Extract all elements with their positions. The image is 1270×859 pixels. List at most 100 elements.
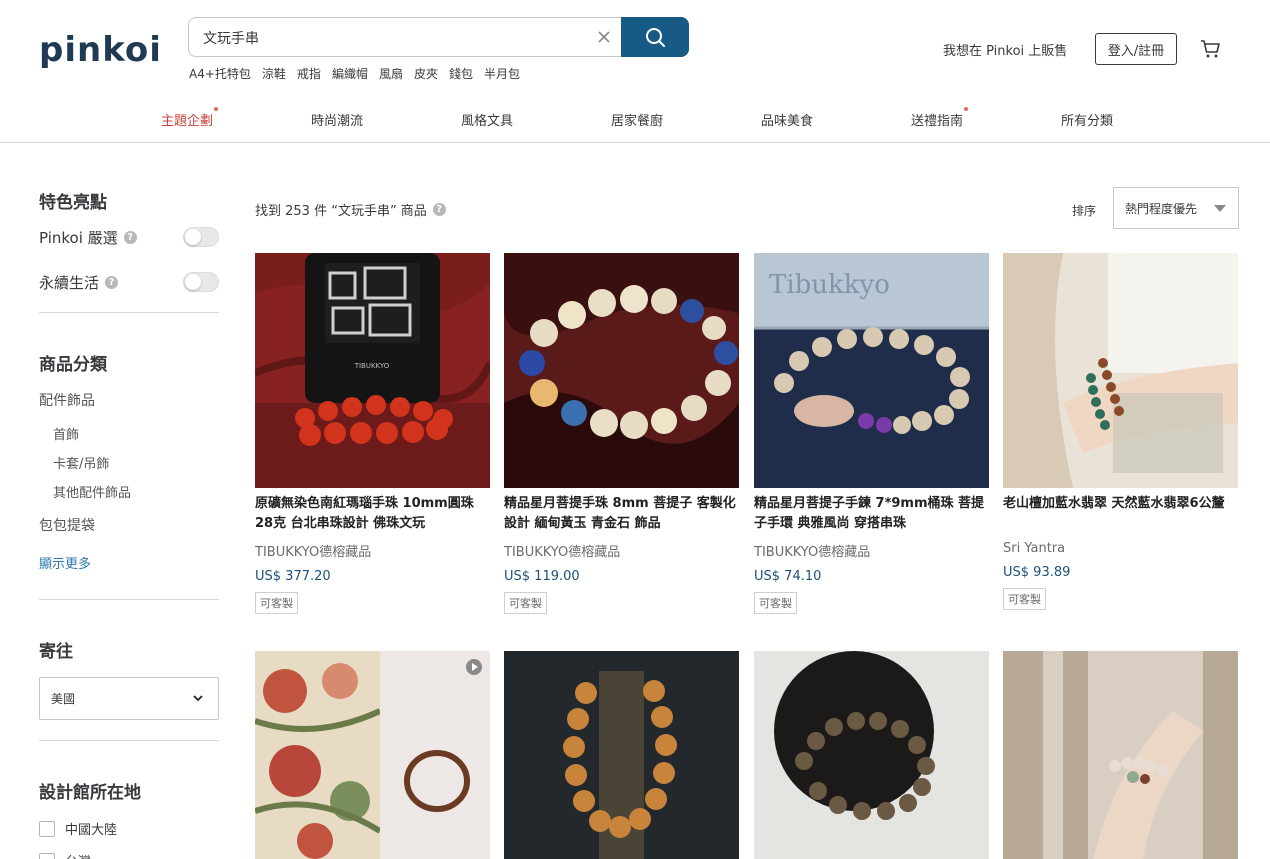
product-image[interactable] <box>255 651 490 859</box>
sort-value: 熱門程度優先 <box>1125 201 1198 216</box>
product-price: US$ 74.10 <box>754 569 822 584</box>
checkbox[interactable] <box>39 820 55 837</box>
chevron-down-icon <box>193 695 203 702</box>
product-title[interactable]: 老山檀加藍水翡翠 天然藍水翡翠6公釐 <box>1003 494 1238 534</box>
divider <box>39 312 219 313</box>
product-image[interactable] <box>1003 253 1238 488</box>
product-price: US$ 377.20 <box>255 569 331 584</box>
product-photo <box>504 253 739 488</box>
customizable-badge: 可客製 <box>504 592 547 614</box>
nav-item-food[interactable]: 品味美食 <box>761 110 813 129</box>
product-card[interactable]: Tibukkyo 精品星月菩提子手鍊 7*9mm桶珠 菩提子手環 典雅風尚 穿搭… <box>754 253 989 614</box>
divider <box>39 740 219 741</box>
caret-down-icon <box>1214 205 1226 212</box>
toggle-sustainable[interactable]: 永續生活 ? <box>39 271 219 293</box>
toggle-label: Pinkoi 嚴選 <box>39 228 118 247</box>
clear-icon[interactable] <box>594 27 614 47</box>
search-button[interactable] <box>621 17 689 57</box>
product-title[interactable]: 原礦無染色南紅瑪瑙手珠 10mm圓珠28克 台北串珠設計 佛珠文玩 <box>255 494 490 534</box>
nav-item-all-categories[interactable]: 所有分類 <box>1061 110 1113 129</box>
product-photo <box>255 651 490 859</box>
product-image[interactable] <box>504 253 739 488</box>
hot-keyword[interactable]: 涼鞋 <box>262 65 286 82</box>
nav-item-fashion[interactable]: 時尚潮流 <box>311 110 363 129</box>
product-photo <box>504 651 739 859</box>
category-bags[interactable]: 包包提袋 <box>39 515 95 535</box>
hot-keyword[interactable]: 戒指 <box>297 65 321 82</box>
hot-keyword[interactable]: 皮夾 <box>414 65 438 82</box>
sort-select[interactable]: 熱門程度優先 <box>1113 187 1239 229</box>
search-icon <box>646 28 665 47</box>
result-count-text: 找到 253 件 “文玩手串” 商品 <box>255 204 427 219</box>
product-price: US$ 119.00 <box>504 569 580 584</box>
subcategory-jewelry[interactable]: 首飾 <box>53 424 79 443</box>
hot-keyword[interactable]: A4+托特包 <box>189 65 251 82</box>
nav-label: 送禮指南 <box>911 114 964 129</box>
shop-name[interactable]: TIBUKKYO德榕藏品 <box>754 541 989 560</box>
new-dot <box>214 107 219 111</box>
product-image[interactable]: TIBUKKYO <box>255 253 490 488</box>
product-card[interactable]: 精品星月菩提手珠 8mm 菩提子 客製化設計 緬甸黃玉 青金石 飾品 TIBUK… <box>504 253 739 614</box>
toggle-pinkoi-select[interactable]: Pinkoi 嚴選 ? <box>39 226 219 248</box>
search-input[interactable] <box>203 27 583 49</box>
help-icon[interactable]: ? <box>123 230 137 244</box>
show-more-link[interactable]: 顯示更多 <box>39 553 91 572</box>
nav-item-gifts[interactable]: 送禮指南 <box>911 107 969 129</box>
category-accessories[interactable]: 配件飾品 <box>39 390 95 410</box>
product-card[interactable]: 老山檀加藍水翡翠 天然藍水翡翠6公釐 Sri Yantra US$ 93.89 … <box>1003 253 1238 610</box>
product-title[interactable]: 精品星月菩提子手鍊 7*9mm桶珠 菩提子手環 典雅風尚 穿搭串珠 <box>754 494 989 534</box>
cart-icon[interactable] <box>1199 37 1223 61</box>
product-price: US$ 93.89 <box>1003 565 1071 580</box>
toggle-label: 永續生活 <box>39 273 100 292</box>
sell-on-pinkoi-link[interactable]: 我想在 Pinkoi 上販售 <box>943 40 1067 59</box>
product-photo <box>754 651 989 859</box>
new-dot <box>964 107 969 111</box>
checkbox[interactable] <box>39 852 55 859</box>
subcategory-other-accessories[interactable]: 其他配件飾品 <box>53 482 131 501</box>
hot-keywords: A4+托特包 涼鞋 戒指 編織帽 風扇 皮夾 錢包 半月包 <box>189 65 520 82</box>
product-photo <box>1003 253 1238 488</box>
ship-to-select[interactable]: 美國 <box>39 677 219 720</box>
product-photo <box>1003 651 1238 859</box>
product-image[interactable]: Tibukkyo <box>754 253 989 488</box>
location-option-taiwan[interactable]: 台灣 <box>39 851 91 859</box>
search-box <box>188 17 622 57</box>
nav-label: 時尚潮流 <box>311 114 364 129</box>
nav-label: 品味美食 <box>761 114 814 129</box>
result-count: 找到 253 件 “文玩手串” 商品 ? <box>255 200 446 219</box>
hot-keyword[interactable]: 錢包 <box>449 65 473 82</box>
toggle-switch[interactable] <box>183 272 219 292</box>
sort-label: 排序 <box>1072 204 1097 218</box>
product-image[interactable] <box>754 651 989 859</box>
nav-label: 所有分類 <box>1061 114 1114 129</box>
divider <box>39 599 219 600</box>
product-image[interactable] <box>504 651 739 859</box>
features-title: 特色亮點 <box>39 193 107 213</box>
subcategory-card-holders[interactable]: 卡套/吊飾 <box>53 453 109 472</box>
shop-name[interactable]: TIBUKKYO德榕藏品 <box>255 541 490 560</box>
nav-item-stationery[interactable]: 風格文具 <box>461 110 513 129</box>
banner-label: Tibukkyo <box>769 270 890 300</box>
shop-name[interactable]: TIBUKKYO德榕藏品 <box>504 541 739 560</box>
hot-keyword[interactable]: 風扇 <box>379 65 403 82</box>
nav-label: 風格文具 <box>461 114 514 129</box>
nav-item-home[interactable]: 居家餐廚 <box>611 110 663 129</box>
shop-name[interactable]: Sri Yantra <box>1003 541 1238 556</box>
pinkoi-logo[interactable]: pinkoi <box>39 30 162 70</box>
location-label: 中國大陸 <box>65 823 118 838</box>
login-button[interactable]: 登入/註冊 <box>1095 33 1177 65</box>
hot-keyword[interactable]: 編織帽 <box>332 65 368 82</box>
nav-item-themes[interactable]: 主題企劃 <box>161 107 219 129</box>
main-nav: 主題企劃 時尚潮流 風格文具 居家餐廚 品味美食 送禮指南 所有分類 <box>0 99 1270 143</box>
customizable-badge: 可客製 <box>754 592 797 614</box>
hot-keyword[interactable]: 半月包 <box>484 65 520 82</box>
help-icon[interactable]: ? <box>105 275 119 289</box>
toggle-switch[interactable] <box>183 227 219 247</box>
location-option-china[interactable]: 中國大陸 <box>39 819 117 838</box>
product-title[interactable]: 精品星月菩提手珠 8mm 菩提子 客製化設計 緬甸黃玉 青金石 飾品 <box>504 494 739 534</box>
play-video-icon[interactable] <box>466 659 482 675</box>
help-icon[interactable]: ? <box>432 203 446 216</box>
category-title: 商品分類 <box>39 355 107 375</box>
product-image[interactable] <box>1003 651 1238 859</box>
product-card[interactable]: TIBUKKYO 原礦無染色南紅瑪瑙手珠 10mm圓珠28克 台北串珠設計 佛珠… <box>255 253 490 614</box>
